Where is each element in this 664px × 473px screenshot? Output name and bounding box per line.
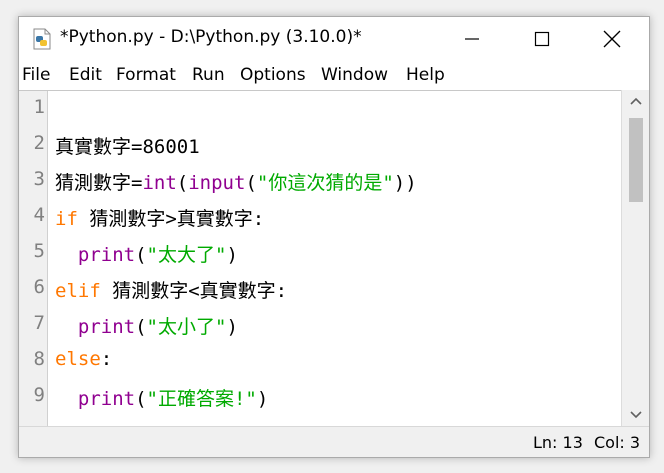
line-number: 1 (33, 96, 45, 118)
menu-window[interactable]: Window (321, 65, 388, 85)
builtin-token: print (77, 388, 136, 410)
close-button[interactable] (589, 17, 635, 60)
line-number: 4 (33, 204, 45, 226)
scroll-up-button[interactable] (622, 90, 649, 112)
code-line: elif 猜測數字<真實數字: (55, 276, 287, 303)
string-token: "正確答案!" (146, 388, 257, 410)
code-token: )) (393, 172, 417, 194)
scrollbar-thumb[interactable] (629, 118, 643, 202)
line-number: 9 (33, 384, 45, 406)
scroll-down-button[interactable] (622, 404, 649, 426)
python-file-icon (33, 28, 51, 50)
code-token: ) (256, 388, 269, 410)
code-token: ) (226, 316, 238, 338)
code-line: print("太大了") (55, 240, 238, 267)
menu-help[interactable]: Help (406, 65, 445, 85)
maximize-button[interactable] (519, 17, 565, 60)
menu-bar: File Edit Format Run Options Window Help (19, 60, 649, 90)
string-token: "太大了" (146, 244, 227, 266)
code-line: if 猜測數字>真實數字: (55, 204, 264, 231)
code-token: ( (135, 244, 147, 266)
code-line: 猜測數字=int(input("你這次猜的是")) (55, 168, 417, 195)
menu-edit[interactable]: Edit (69, 65, 102, 85)
line-number-gutter: 1 2 3 4 5 6 7 8 9 (19, 91, 48, 427)
string-token: "太小了" (146, 316, 227, 338)
window-title: *Python.py - D:\Python.py (3.10.0)* (60, 27, 362, 47)
menu-format[interactable]: Format (116, 65, 176, 85)
code-line: print("太小了") (55, 312, 238, 339)
code-token: 猜測數字>真實數字: (77, 208, 265, 230)
code-token: ) (226, 244, 238, 266)
code-token: 真實數字=86001 (55, 136, 200, 158)
builtin-token: print (77, 244, 136, 266)
minimize-button[interactable] (449, 17, 495, 60)
chevron-up-icon (630, 97, 642, 105)
cursor-column-status: Col: 3 (594, 433, 641, 452)
menu-file[interactable]: File (22, 65, 50, 85)
code-token: 猜測數字<真實數字: (100, 280, 288, 302)
code-token: ( (135, 316, 147, 338)
title-bar[interactable]: *Python.py - D:\Python.py (3.10.0)* (19, 17, 649, 60)
code-token: : (100, 348, 113, 370)
builtin-token: print (77, 316, 136, 338)
chevron-down-icon (630, 411, 642, 419)
string-token: "你這次猜的是" (256, 172, 394, 194)
menu-run[interactable]: Run (192, 65, 225, 85)
keyword-token: else (55, 348, 101, 370)
code-token: ( (135, 388, 147, 410)
line-number: 6 (33, 276, 45, 298)
menu-options[interactable]: Options (240, 65, 306, 85)
code-editor[interactable]: 1 2 3 4 5 6 7 8 9 真實數字=86001 猜測數字=int(inp… (19, 90, 621, 427)
vertical-scrollbar[interactable] (621, 90, 649, 426)
minimize-icon (465, 37, 479, 40)
code-line: print("正確答案!") (55, 384, 268, 411)
line-number: 7 (33, 312, 45, 334)
code-line: else: (55, 348, 112, 370)
line-number: 3 (33, 168, 45, 190)
idle-editor-window: *Python.py - D:\Python.py (3.10.0)* File… (18, 16, 650, 458)
line-number: 8 (33, 348, 45, 370)
line-number: 2 (33, 132, 45, 154)
status-bar: Ln: 13 Col: 3 (19, 426, 649, 457)
code-token: 猜測數字= (55, 172, 143, 194)
builtin-token: int (142, 172, 177, 194)
line-number: 5 (33, 240, 45, 262)
code-token: ( (245, 172, 257, 194)
code-token: ( (176, 172, 189, 194)
builtin-token: input (188, 172, 246, 194)
maximize-icon (534, 31, 550, 46)
close-icon (603, 30, 621, 47)
keyword-token: if (55, 208, 78, 230)
keyword-token: elif (55, 280, 101, 302)
code-line: 真實數字=86001 (55, 132, 200, 159)
cursor-line-status: Ln: 13 (533, 433, 583, 452)
